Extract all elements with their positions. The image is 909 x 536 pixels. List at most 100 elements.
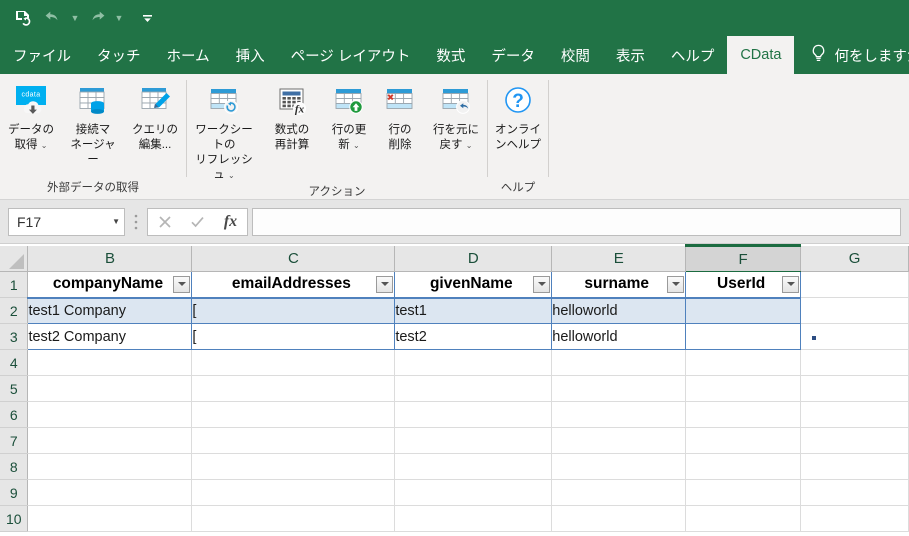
tell-me-search[interactable]: 何をしますか	[794, 36, 909, 74]
cell-g5[interactable]	[801, 376, 909, 402]
row-header-10[interactable]: 10	[0, 506, 28, 532]
column-header-f[interactable]: F	[686, 246, 801, 272]
cell-d9[interactable]	[395, 480, 552, 506]
cell-g2[interactable]	[801, 298, 909, 324]
get-data-dropdown-caret-icon[interactable]: ⌄	[41, 141, 48, 150]
tab-review[interactable]: 校閲	[548, 36, 603, 74]
update-rows-button[interactable]: 行の更 新 ⌄	[323, 78, 375, 183]
cell-b4[interactable]	[28, 350, 192, 376]
cell-f5[interactable]	[686, 376, 801, 402]
cell-b7[interactable]	[28, 428, 192, 454]
cell-g9[interactable]	[801, 480, 909, 506]
cell-d3[interactable]: test2	[395, 324, 552, 350]
cell-b2[interactable]: test1 Company	[28, 298, 192, 324]
save-refresh-icon[interactable]	[8, 3, 38, 33]
filter-dropdown-givenname[interactable]	[533, 276, 550, 293]
cell-f2[interactable]	[686, 298, 801, 324]
undo-rows-button[interactable]: 行を元に 戻す ⌄	[425, 78, 487, 183]
table-header-cell-emailaddresses[interactable]: emailAddresses	[192, 272, 395, 298]
cell-f7[interactable]	[686, 428, 801, 454]
select-all-corner[interactable]	[0, 246, 28, 272]
cell-e2[interactable]: helloworld	[552, 298, 686, 324]
cell-c10[interactable]	[192, 506, 395, 532]
tab-cdata[interactable]: CData	[727, 36, 794, 74]
cell-c8[interactable]	[192, 454, 395, 480]
cell-e5[interactable]	[552, 376, 686, 402]
cell-c9[interactable]	[192, 480, 395, 506]
table-header-cell-companyname[interactable]: companyName	[28, 272, 192, 298]
tab-insert[interactable]: 挿入	[223, 36, 278, 74]
name-box-caret-icon[interactable]: ▼	[112, 217, 120, 226]
row-header-7[interactable]: 7	[0, 428, 28, 454]
tab-home[interactable]: ホーム	[154, 36, 223, 74]
row-header-3[interactable]: 3	[0, 324, 28, 350]
table-header-cell-givenname[interactable]: givenName	[395, 272, 552, 298]
cell-b10[interactable]	[28, 506, 192, 532]
name-box[interactable]: F17 ▼	[8, 208, 125, 236]
tab-page-layout[interactable]: ページ レイアウト	[278, 36, 424, 74]
filter-dropdown-emailaddresses[interactable]	[376, 276, 393, 293]
cell-e3[interactable]: helloworld	[552, 324, 686, 350]
customize-qat-icon[interactable]	[136, 3, 158, 33]
cell-b3[interactable]: test2 Company	[28, 324, 192, 350]
cell-e9[interactable]	[552, 480, 686, 506]
confirm-check-icon[interactable]	[181, 209, 214, 235]
tab-file[interactable]: ファイル	[0, 36, 84, 74]
cell-g7[interactable]	[801, 428, 909, 454]
cell-c5[interactable]	[192, 376, 395, 402]
cell-g4[interactable]	[801, 350, 909, 376]
filter-dropdown-surname[interactable]	[667, 276, 684, 293]
formula-input[interactable]	[252, 208, 901, 236]
cell-c4[interactable]	[192, 350, 395, 376]
row-header-2[interactable]: 2	[0, 298, 28, 324]
refresh-worksheet-button[interactable]: ワークシートの リフレッシュ ⌄	[187, 78, 261, 183]
cell-c3[interactable]: [	[192, 324, 395, 350]
refresh-worksheet-dropdown-caret-icon[interactable]: ⌄	[228, 171, 235, 180]
delete-rows-button[interactable]: 行の 削除	[375, 78, 425, 183]
tab-view[interactable]: 表示	[603, 36, 658, 74]
table-header-cell-userid[interactable]: UserId	[686, 272, 801, 298]
online-help-button[interactable]: ? オンライ ンヘルプ	[488, 78, 548, 179]
cell-c6[interactable]	[192, 402, 395, 428]
cell-b8[interactable]	[28, 454, 192, 480]
row-header-5[interactable]: 5	[0, 376, 28, 402]
edit-query-button[interactable]: クエリの 編集...	[124, 78, 186, 179]
cell-f9[interactable]	[686, 480, 801, 506]
column-header-b[interactable]: B	[28, 246, 192, 272]
cell-f4[interactable]	[686, 350, 801, 376]
row-header-9[interactable]: 9	[0, 480, 28, 506]
cell-e6[interactable]	[552, 402, 686, 428]
cell-d8[interactable]	[395, 454, 552, 480]
cell-b5[interactable]	[28, 376, 192, 402]
cancel-x-icon[interactable]	[148, 209, 181, 235]
tab-formulas[interactable]: 数式	[423, 36, 478, 74]
cell-d10[interactable]	[395, 506, 552, 532]
redo-dropdown-caret-icon[interactable]: ▼	[112, 3, 126, 33]
cell-g1[interactable]	[801, 272, 909, 298]
cell-d6[interactable]	[395, 402, 552, 428]
cell-f6[interactable]	[686, 402, 801, 428]
cell-g8[interactable]	[801, 454, 909, 480]
filter-dropdown-userid[interactable]	[782, 276, 799, 293]
cell-b6[interactable]	[28, 402, 192, 428]
recalculate-formulas-button[interactable]: fx 数式の 再計算	[261, 78, 323, 183]
fx-icon[interactable]: fx	[214, 209, 247, 235]
connection-manager-button[interactable]: 接続マ ネージャー	[62, 78, 124, 179]
undo-dropdown-caret-icon[interactable]: ▼	[68, 3, 82, 33]
filter-dropdown-companyname[interactable]	[173, 276, 190, 293]
cell-g6[interactable]	[801, 402, 909, 428]
cell-d2[interactable]: test1	[395, 298, 552, 324]
tab-help[interactable]: ヘルプ	[658, 36, 728, 74]
redo-arrow-icon[interactable]	[82, 3, 112, 33]
row-header-1[interactable]: 1	[0, 272, 28, 298]
formula-bar-grip[interactable]	[125, 208, 147, 236]
cell-e10[interactable]	[552, 506, 686, 532]
cell-e4[interactable]	[552, 350, 686, 376]
cell-e7[interactable]	[552, 428, 686, 454]
undo-arrow-icon[interactable]	[38, 3, 68, 33]
cell-e8[interactable]	[552, 454, 686, 480]
cell-b9[interactable]	[28, 480, 192, 506]
selection-fill-handle[interactable]	[811, 335, 817, 341]
column-header-e[interactable]: E	[552, 246, 686, 272]
cell-c2[interactable]: [	[192, 298, 395, 324]
